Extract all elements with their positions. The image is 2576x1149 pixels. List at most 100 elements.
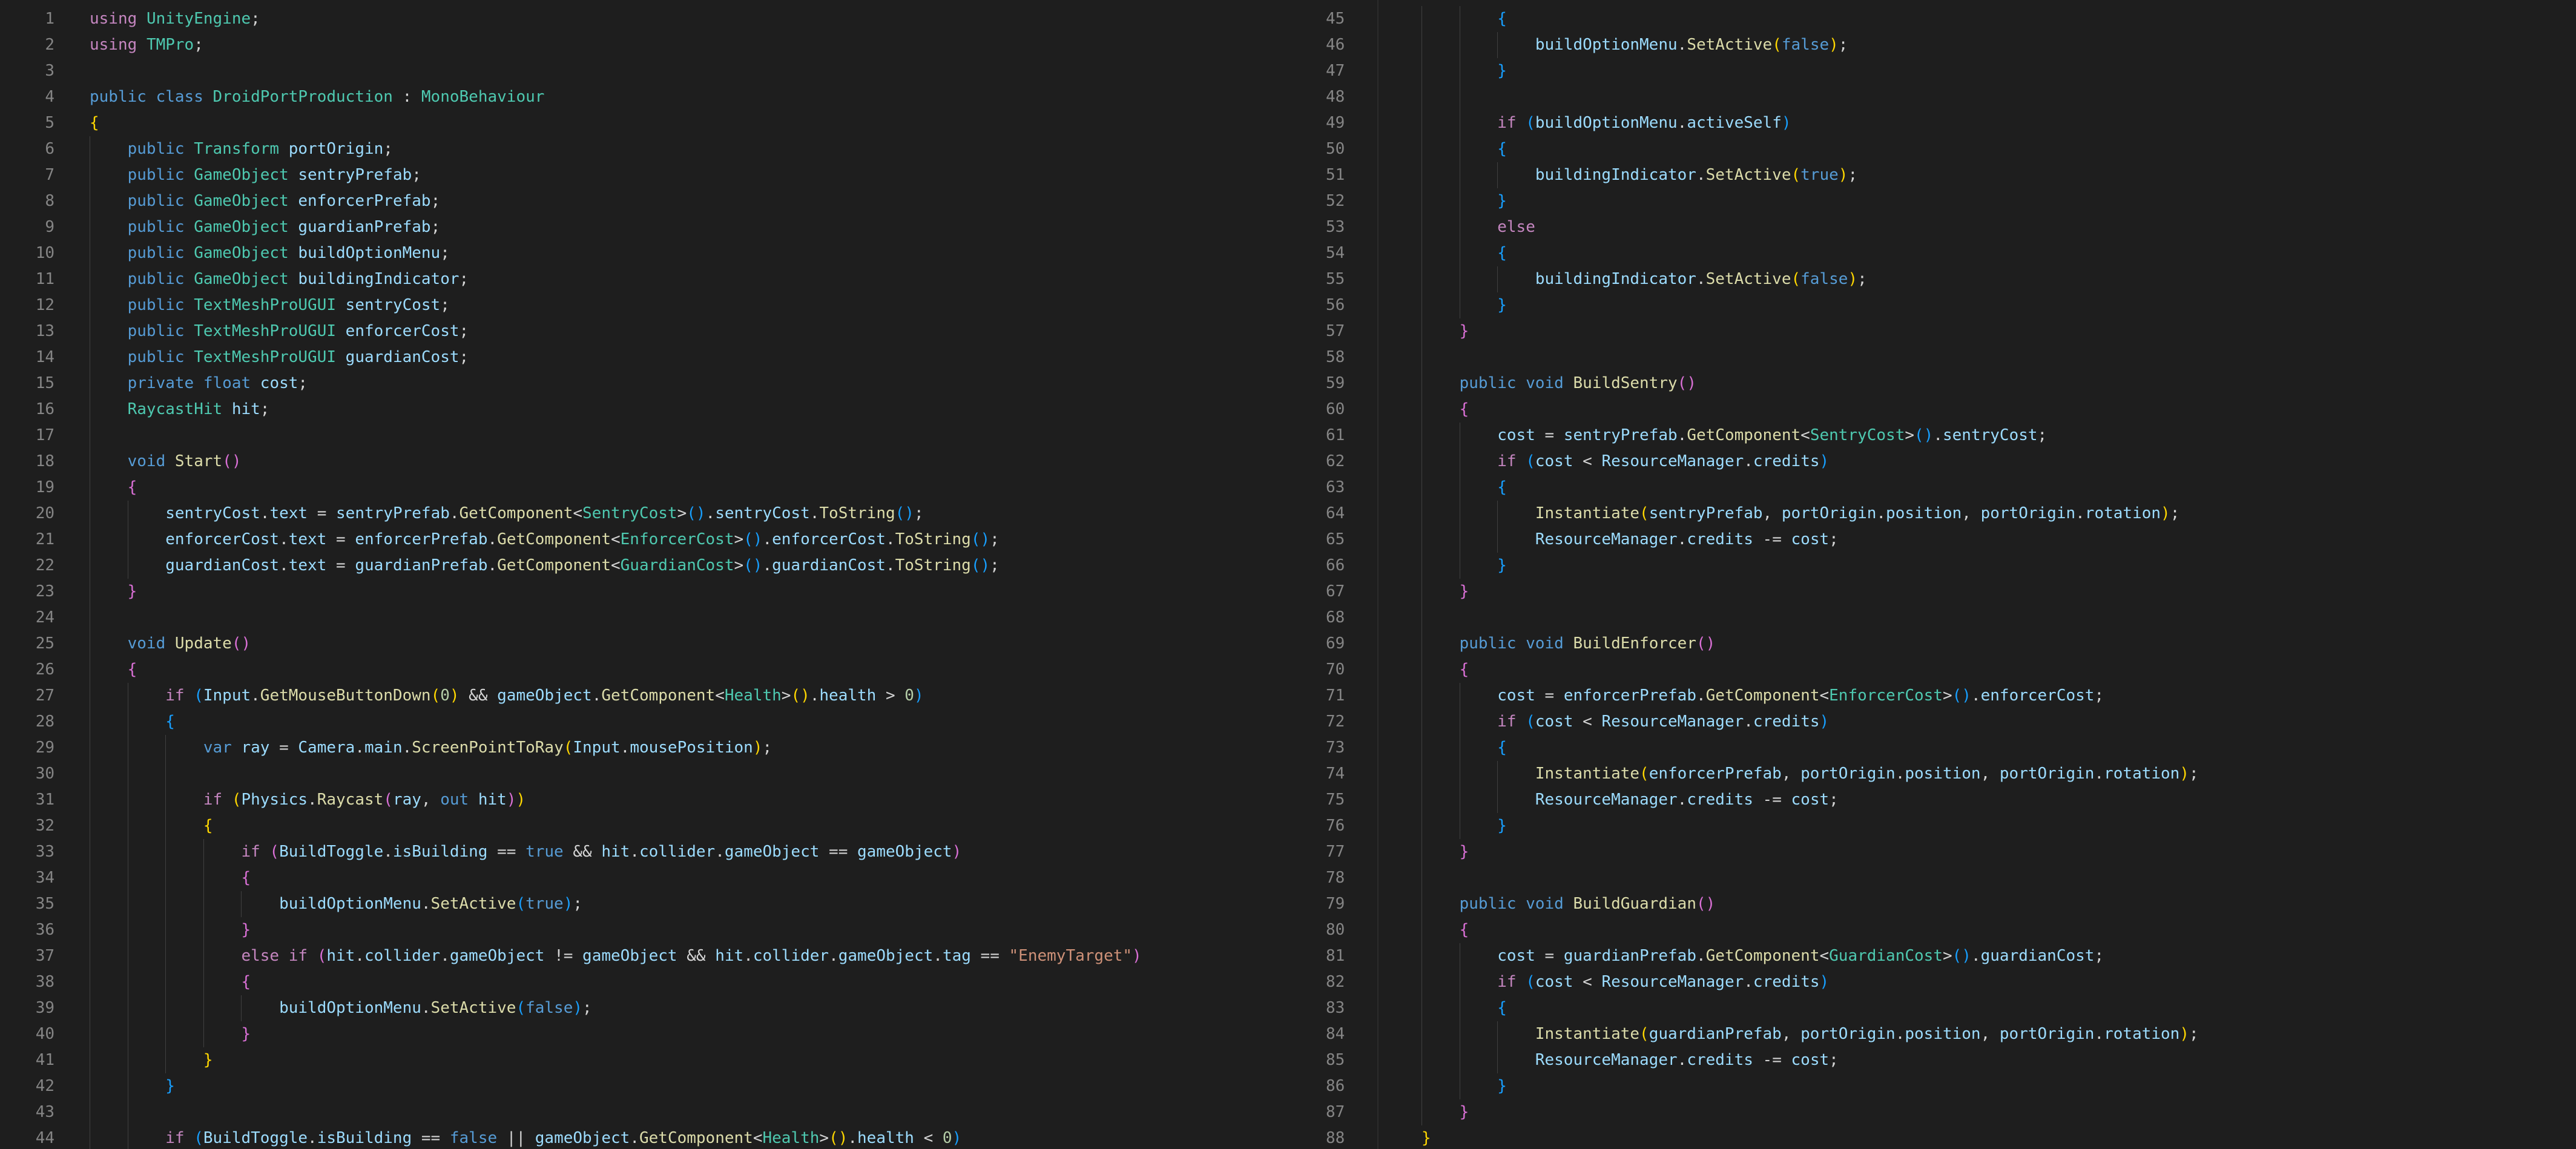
line-number[interactable]: 16 xyxy=(0,397,54,423)
code-editor[interactable]: 1 using UnityEngine; 2 using TMPro; 3 4 public… xyxy=(0,0,2576,1149)
line-number[interactable]: 29 xyxy=(0,735,54,761)
code-text[interactable]: void Update() xyxy=(90,631,251,657)
code-text[interactable]: { xyxy=(1421,136,1507,162)
code-text[interactable]: Instantiate(sentryPrefab, portOrigin.pos… xyxy=(1421,501,2180,527)
line-number[interactable]: 6 xyxy=(0,136,54,162)
line-number[interactable]: 27 xyxy=(0,683,54,709)
code-text[interactable]: { xyxy=(1421,657,1469,683)
code-text[interactable]: { xyxy=(1421,240,1507,266)
line-number[interactable]: 83 xyxy=(1326,995,1345,1021)
line-number[interactable]: 22 xyxy=(0,553,54,579)
code-text[interactable]: } xyxy=(90,579,137,605)
line-number[interactable]: 60 xyxy=(1326,397,1345,423)
code-text[interactable]: if (BuildToggle.isBuilding == true && hi… xyxy=(90,839,961,865)
line-number[interactable]: 62 xyxy=(1326,449,1345,475)
line-number[interactable]: 20 xyxy=(0,501,54,527)
line-number[interactable]: 30 xyxy=(0,761,54,787)
line-number[interactable]: 72 xyxy=(1326,709,1345,735)
code-text[interactable]: if (cost < ResourceManager.credits) xyxy=(1421,709,1829,735)
line-number[interactable]: 86 xyxy=(1326,1073,1345,1099)
line-number[interactable]: 57 xyxy=(1326,318,1345,344)
code-text[interactable]: buildOptionMenu.SetActive(true); xyxy=(90,891,582,917)
line-number[interactable]: 85 xyxy=(1326,1047,1345,1073)
line-number[interactable]: 4 xyxy=(0,84,54,110)
code-text[interactable]: { xyxy=(1421,397,1469,423)
code-text[interactable]: } xyxy=(90,1021,251,1047)
line-number[interactable]: 17 xyxy=(0,423,54,449)
line-number[interactable]: 15 xyxy=(0,370,54,397)
code-text[interactable]: public GameObject enforcerPrefab; xyxy=(90,188,441,214)
code-text[interactable]: else if (hit.collider.gameObject != game… xyxy=(90,943,1141,969)
code-text[interactable]: { xyxy=(90,865,251,891)
line-number[interactable]: 8 xyxy=(0,188,54,214)
line-number[interactable]: 67 xyxy=(1326,579,1345,605)
code-text[interactable]: { xyxy=(90,657,137,683)
code-text[interactable]: public TextMeshProUGUI sentryCost; xyxy=(90,292,450,318)
line-number[interactable]: 19 xyxy=(0,475,54,501)
line-number[interactable]: 14 xyxy=(0,344,54,370)
code-text[interactable]: public Transform portOrigin; xyxy=(90,136,393,162)
code-text[interactable]: } xyxy=(90,917,251,943)
code-text[interactable]: { xyxy=(1421,475,1507,501)
code-text[interactable]: } xyxy=(1421,579,1469,605)
code-text[interactable]: } xyxy=(1421,58,1507,84)
line-number[interactable]: 32 xyxy=(0,813,54,839)
line-number[interactable]: 56 xyxy=(1326,292,1345,318)
line-number[interactable]: 55 xyxy=(1326,266,1345,292)
line-number[interactable]: 58 xyxy=(1326,344,1345,370)
line-number[interactable]: 52 xyxy=(1326,188,1345,214)
code-text[interactable]: buildingIndicator.SetActive(true); xyxy=(1421,162,1857,188)
line-number[interactable]: 21 xyxy=(0,527,54,553)
code-text[interactable]: { xyxy=(1421,735,1507,761)
line-number[interactable]: 48 xyxy=(1326,84,1345,110)
line-number[interactable]: 39 xyxy=(0,995,54,1021)
code-text[interactable]: } xyxy=(1421,839,1469,865)
code-text[interactable]: Instantiate(guardianPrefab, portOrigin.p… xyxy=(1421,1021,2199,1047)
line-number[interactable]: 73 xyxy=(1326,735,1345,761)
code-text[interactable]: buildingIndicator.SetActive(false); xyxy=(1421,266,1867,292)
code-text[interactable]: if (Input.GetMouseButtonDown(0) && gameO… xyxy=(90,683,923,709)
line-number[interactable]: 5 xyxy=(0,110,54,136)
code-text[interactable]: if (cost < ResourceManager.credits) xyxy=(1421,969,1829,995)
code-text[interactable]: { xyxy=(90,709,175,735)
code-text[interactable]: } xyxy=(1421,188,1507,214)
line-number[interactable]: 69 xyxy=(1326,631,1345,657)
code-text[interactable]: if (buildOptionMenu.activeSelf) xyxy=(1421,110,1791,136)
line-number[interactable]: 46 xyxy=(1326,32,1345,58)
code-text[interactable]: cost = sentryPrefab.GetComponent<SentryC… xyxy=(1421,423,2047,449)
code-text[interactable]: if (cost < ResourceManager.credits) xyxy=(1421,449,1829,475)
line-number[interactable]: 36 xyxy=(0,917,54,943)
code-text[interactable]: } xyxy=(90,1073,175,1099)
code-text[interactable]: RaycastHit hit; xyxy=(90,397,270,423)
code-text[interactable]: { xyxy=(90,475,137,501)
line-number[interactable]: 71 xyxy=(1326,683,1345,709)
code-text[interactable]: enforcerCost.text = enforcerPrefab.GetCo… xyxy=(90,527,1000,553)
line-number[interactable]: 10 xyxy=(0,240,54,266)
editor-pane-right[interactable]: 45 {46 buildOptionMenu.SetActive(false);… xyxy=(1326,0,2576,1149)
line-number[interactable]: 68 xyxy=(1326,605,1345,631)
line-number[interactable]: 47 xyxy=(1326,58,1345,84)
line-number[interactable]: 63 xyxy=(1326,475,1345,501)
line-number[interactable]: 64 xyxy=(1326,501,1345,527)
line-number[interactable]: 33 xyxy=(0,839,54,865)
line-number[interactable]: 77 xyxy=(1326,839,1345,865)
line-number[interactable]: 42 xyxy=(0,1073,54,1099)
code-text[interactable]: public class DroidPortProduction : MonoB… xyxy=(90,84,544,110)
code-text[interactable]: { xyxy=(1421,6,1507,32)
line-number[interactable]: 28 xyxy=(0,709,54,735)
code-text[interactable]: void Start() xyxy=(90,449,242,475)
code-text[interactable]: public GameObject guardianPrefab; xyxy=(90,214,441,240)
code-text[interactable]: private float cost; xyxy=(90,370,308,397)
line-number[interactable]: 18 xyxy=(0,449,54,475)
line-number[interactable]: 50 xyxy=(1326,136,1345,162)
line-number[interactable]: 87 xyxy=(1326,1099,1345,1125)
code-text[interactable]: sentryCost.text = sentryPrefab.GetCompon… xyxy=(90,501,923,527)
line-number[interactable]: 1 xyxy=(0,6,54,32)
line-number[interactable]: 25 xyxy=(0,631,54,657)
line-number[interactable]: 40 xyxy=(0,1021,54,1047)
line-number[interactable]: 7 xyxy=(0,162,54,188)
line-number[interactable]: 51 xyxy=(1326,162,1345,188)
code-text[interactable]: public GameObject buildOptionMenu; xyxy=(90,240,450,266)
line-number[interactable]: 13 xyxy=(0,318,54,344)
line-number[interactable]: 53 xyxy=(1326,214,1345,240)
